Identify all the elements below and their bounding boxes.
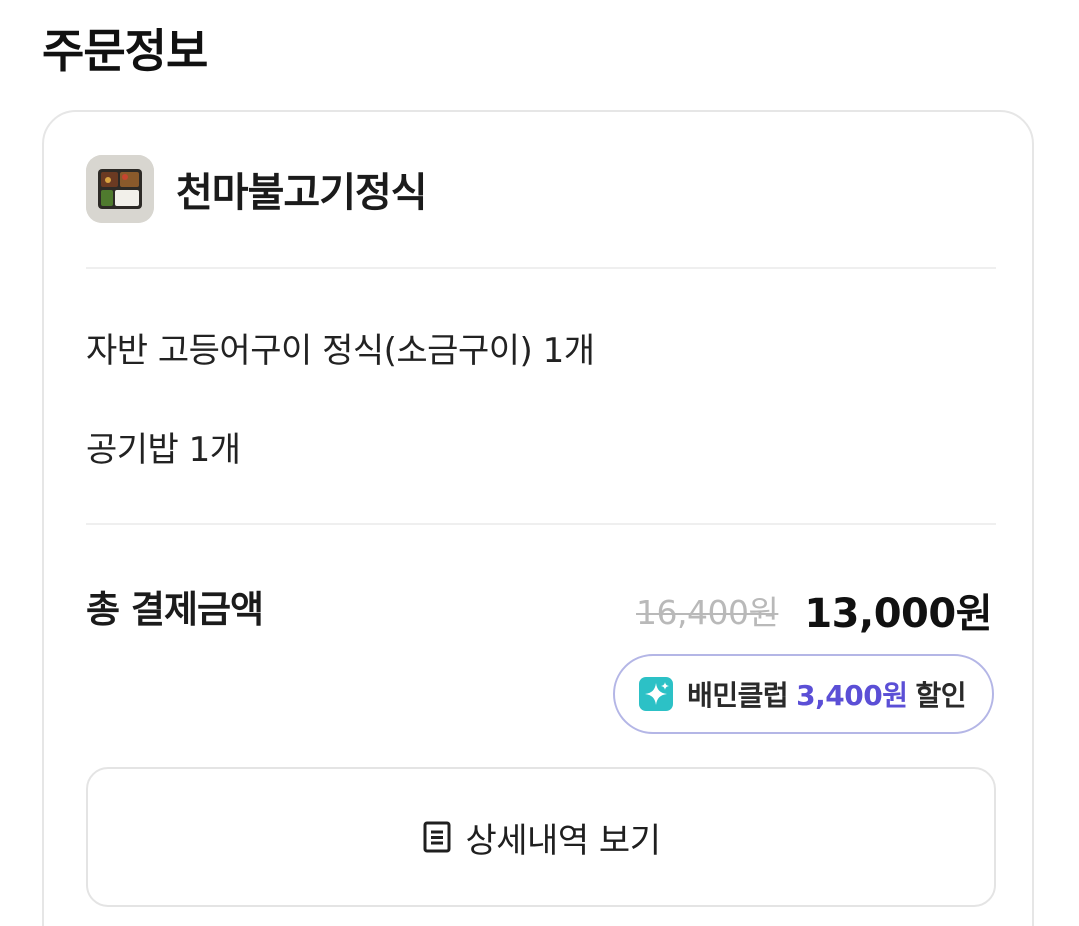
view-details-button[interactable]: 상세내역 보기 [86, 767, 996, 907]
final-price: 13,000원 [804, 591, 992, 637]
total-payment-label: 총 결제금액 [86, 588, 264, 631]
club-discount-suffix: 할인 [915, 679, 966, 712]
divider [86, 523, 996, 525]
club-name: 배민클럽 [687, 679, 789, 712]
section-title: 주문정보 [42, 24, 208, 78]
store-name: 천마불고기정식 [176, 170, 428, 216]
club-discount-badge: 배민클럽 3,400원 할인 [613, 654, 994, 734]
order-info-page: 주문정보 천마불고기정식 자반 고등어구이 정식(소금구이) 1개 공기밥 1개 [0, 0, 1079, 926]
divider [86, 267, 996, 269]
list-item: 자반 고등어구이 정식(소금구이) 1개 [86, 331, 595, 371]
store-row[interactable]: 천마불고기정식 [86, 155, 428, 223]
list-item: 공기밥 1개 [86, 430, 241, 470]
receipt-list-icon [423, 821, 450, 853]
food-thumbnail-image [86, 155, 154, 223]
order-info-card: 천마불고기정식 자반 고등어구이 정식(소금구이) 1개 공기밥 1개 총 결제… [42, 110, 1034, 926]
club-discount-amount: 3,400원 [796, 679, 908, 712]
sparkle-icon [639, 677, 674, 711]
original-price: 16,400원 [636, 593, 779, 632]
view-details-label: 상세내역 보기 [465, 820, 662, 861]
total-prices: 16,400원 13,000원 [636, 582, 992, 638]
